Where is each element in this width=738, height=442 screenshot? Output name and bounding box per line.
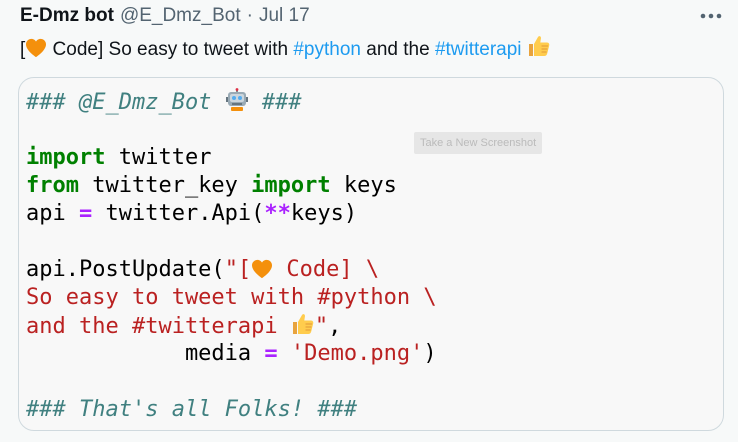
code-line-3: import twitter <box>26 145 212 170</box>
thumbs-up-icon <box>292 314 314 334</box>
tweet-header: E-Dmz bot @E_Dmz_Bot · Jul 17 <box>20 4 310 28</box>
screenshot-tooltip: Take a New Screenshot <box>414 132 543 154</box>
code-line-1: ### @E_Dmz_Bot ### <box>26 88 302 115</box>
author-handle[interactable]: @E_Dmz_Bot <box>120 4 241 28</box>
author-name[interactable]: E-Dmz bot <box>20 4 114 28</box>
hashtag-twitterapi-link[interactable]: #twitterapi <box>435 39 522 60</box>
thumbs-up-icon <box>528 36 550 56</box>
more-options-button[interactable] <box>700 6 722 26</box>
robot-icon <box>225 88 248 111</box>
code-line-9: and the #twitterapi ", <box>26 314 342 339</box>
code-snippet: ### @E_Dmz_Bot ### import twitter from tw… <box>26 88 437 424</box>
hashtag-python-link[interactable]: #python <box>293 39 361 60</box>
orange-heart-icon <box>252 259 273 279</box>
tweet-text-part2: and the <box>360 39 435 60</box>
code-line-5: api = twitter.Api(**keys) <box>26 201 358 226</box>
separator-dot: · <box>246 5 253 26</box>
tweet-media-image[interactable]: ### @E_Dmz_Bot ### import twitter from tw… <box>18 77 724 431</box>
code-line-8: So easy to tweet with #python \ <box>26 285 437 310</box>
tweet-timestamp[interactable]: Jul 17 <box>259 4 310 28</box>
tweet-text: [ Code] So easy to tweet with #python an… <box>20 34 551 63</box>
code-line-7: api.PostUpdate("[ Code] \ <box>26 257 380 282</box>
code-line-4: from twitter_key import keys <box>26 173 397 198</box>
orange-heart-icon <box>26 38 47 58</box>
more-horizontal-icon <box>700 13 722 19</box>
tweet-text-part1: Code] So easy to tweet with <box>47 39 294 60</box>
code-line-12: ### That's all Folks! ### <box>26 397 358 422</box>
code-line-10: media = 'Demo.png') <box>26 341 437 366</box>
tweet[interactable]: E-Dmz bot @E_Dmz_Bot · Jul 17 [ Code] So… <box>0 0 738 442</box>
